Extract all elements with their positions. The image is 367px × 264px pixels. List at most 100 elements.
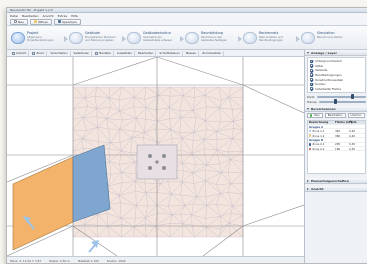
layer-label: Konstruktionsanteil <box>315 77 344 82</box>
window-title: ReconCAD 3D - Projekt 1.rc3 <box>10 8 53 12</box>
menu-view[interactable]: Ansicht <box>43 14 54 18</box>
chevron-right-icon <box>296 36 300 42</box>
pan-button[interactable]: Verschieben <box>48 50 71 56</box>
menu-file[interactable]: Datei <box>10 14 18 18</box>
step-title: Raumbildung <box>201 31 223 35</box>
row-depth: 0,40 <box>349 133 355 138</box>
plus-icon <box>310 114 313 117</box>
col-area: Fläche [m²] <box>335 120 353 125</box>
step-simulation[interactable]: Simulation Berechnung starten <box>301 30 361 47</box>
expand-icon <box>307 187 309 190</box>
measure-button[interactable]: Messen <box>184 50 200 56</box>
edit-zone-button[interactable]: Bearbeiten <box>324 113 346 118</box>
step-bubble-icon <box>301 32 315 44</box>
transparency-slider[interactable] <box>319 99 366 105</box>
checkbox[interactable] <box>310 68 314 73</box>
step-subtitle: Geometrie der Gebäudeteile erfassen <box>143 35 173 42</box>
vt-label: Selektieren <box>73 51 90 55</box>
row-label: Zone 1-1 <box>312 129 325 134</box>
layers-header[interactable]: Anzeige / Layer <box>305 50 367 56</box>
properties-header[interactable]: Elementeigenschaften <box>305 178 367 185</box>
vt-label: Bearbeiten <box>138 51 154 55</box>
row-label: Zone 1-2 <box>312 133 325 138</box>
contrast-slider[interactable] <box>317 94 366 100</box>
mesh-drawing <box>7 57 304 256</box>
open-button[interactable]: Öffnen <box>30 18 53 25</box>
layer-item[interactable]: Unterteilte Fläche <box>310 87 363 92</box>
step-structure[interactable]: Gebäudestruktur Geometrie der Gebäudetei… <box>127 30 184 47</box>
view-toolbar: Ansicht Zoom Verschieben Selektieren Bau… <box>7 50 304 57</box>
choose-button[interactable]: Auswählen <box>115 50 136 56</box>
layers-title: Anzeige / Layer <box>311 50 337 55</box>
status-mouse: Maus: X: 12,44 Y: 3,87 <box>10 259 42 263</box>
vt-label: Bauteile <box>99 51 111 55</box>
table-empty-space <box>308 151 365 173</box>
save-icon <box>58 20 62 23</box>
contrast-label: Kontr. <box>307 94 316 99</box>
application-window: ReconCAD 3D - Projekt 1.rc3 Datei Bearbe… <box>6 7 367 264</box>
checkbox[interactable] <box>310 73 314 77</box>
step-building[interactable]: Gebäude Energetischer Standard und Nutzu… <box>69 30 126 47</box>
edit-button[interactable]: Bearbeiten <box>136 50 157 56</box>
new-button[interactable]: Neu <box>10 18 28 25</box>
step-rooms[interactable]: Raumbildung Raumzonen des Gebäudes festl… <box>185 30 242 47</box>
menu-extras[interactable]: Extras <box>58 14 67 18</box>
slider-handle[interactable] <box>334 99 338 105</box>
view-button[interactable]: Ansicht <box>10 50 30 56</box>
checkbox[interactable] <box>310 78 314 82</box>
checkbox[interactable] <box>310 82 314 86</box>
step-bubble-icon <box>243 32 257 44</box>
step-title: Gebäudestruktur <box>143 31 172 35</box>
row-depth: 0,30 <box>349 142 355 147</box>
new-file-icon <box>14 20 17 23</box>
collapse-icon <box>307 51 309 54</box>
transparency-label: Transp. <box>307 99 318 104</box>
zone-orange[interactable] <box>12 156 74 251</box>
chevron-right-icon <box>64 36 68 42</box>
step-subtitle: Berechnung starten <box>317 35 343 39</box>
reset-button[interactable]: Zurücksetzen <box>200 50 225 56</box>
checkbox[interactable] <box>310 59 314 63</box>
view-header[interactable]: Ansicht <box>305 186 367 193</box>
row-area: 380 <box>335 133 341 138</box>
step-subtitle: Raumzonen des Gebäudes festlegen <box>201 35 227 42</box>
delete-zone-button[interactable]: Löschen <box>347 113 365 118</box>
menu-edit[interactable]: Bearbeiten <box>22 14 38 18</box>
layer-label: Gelände <box>315 68 328 73</box>
chevron-right-icon <box>180 36 184 42</box>
status-grid: Raster: 0,50 m <box>49 259 70 263</box>
components-button[interactable]: Bauteile <box>93 50 114 56</box>
vt-label: Ansicht <box>16 51 27 55</box>
vt-label: Zoom <box>36 51 45 55</box>
step-title: Projekt <box>27 31 39 35</box>
folder-icon <box>34 20 37 23</box>
row-label: Zone 2-1 <box>312 142 325 147</box>
sections-button[interactable]: Schnittebenen <box>157 50 183 56</box>
mini-label: Bearbeiten <box>327 113 343 118</box>
step-project[interactable]: Projekt Allgemeine Projekteinstellungen <box>11 30 68 47</box>
status-count: Knoten: 1842 <box>106 259 126 263</box>
zoom-icon <box>32 51 36 55</box>
model-viewport[interactable] <box>7 57 304 256</box>
step-mesh[interactable]: Rechennetz Netz erstellen und Randbeding… <box>243 30 300 47</box>
row-depth: 0,30 <box>349 146 355 151</box>
status-bar: Maus: X: 12,44 Y: 3,87 Raster: 0,50 m Ma… <box>7 256 304 263</box>
vt-label: Zurücksetzen <box>202 51 222 55</box>
components-icon <box>95 51 99 55</box>
checkbox[interactable] <box>310 64 314 68</box>
layer-list: Untergrundmodell Gitter Gelände Randbedi… <box>307 57 366 94</box>
save-button-label: Speichern <box>62 19 78 24</box>
save-button[interactable]: Speichern <box>54 18 82 25</box>
zoom-button[interactable]: Zoom <box>30 50 48 56</box>
step-subtitle: Netz erstellen und Randbedingungen <box>259 35 283 42</box>
select-button[interactable]: Selektieren <box>72 50 93 56</box>
menu-help[interactable]: Hilfe <box>71 14 78 18</box>
step-bubble-icon <box>185 32 199 44</box>
mini-label: Löschen <box>350 113 362 118</box>
step-title: Simulation <box>317 31 335 35</box>
row-label: Zone 2-2 <box>312 146 325 151</box>
checkbox[interactable] <box>310 87 314 91</box>
slider-handle[interactable] <box>350 94 354 100</box>
new-zone-button[interactable]: Neu <box>307 113 323 118</box>
zone-blue[interactable] <box>72 144 111 223</box>
